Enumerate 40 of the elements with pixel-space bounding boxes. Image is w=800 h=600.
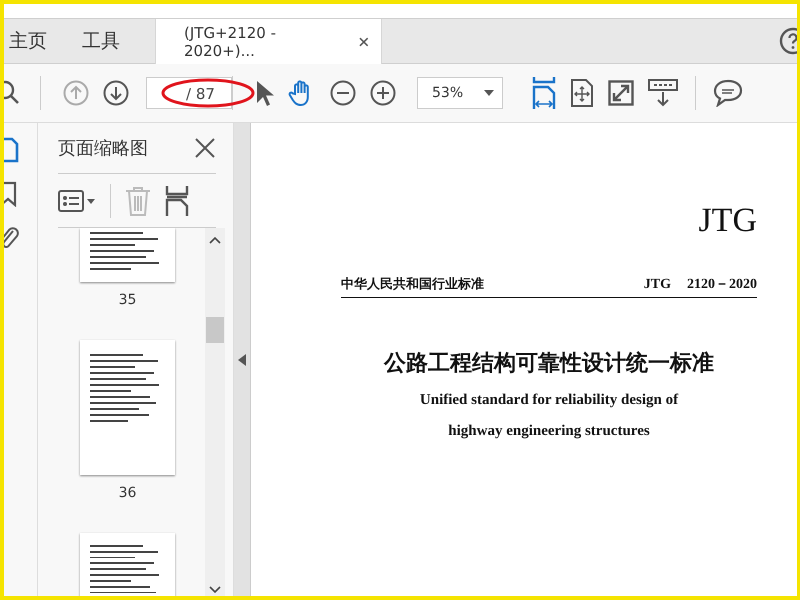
zoom-out-icon[interactable]	[330, 80, 356, 106]
close-icon[interactable]	[194, 137, 216, 159]
fit-width-icon[interactable]	[532, 77, 556, 109]
scroll-up-icon[interactable]	[209, 236, 221, 244]
page-thumbnail[interactable]	[80, 533, 175, 596]
page-move-icon[interactable]	[570, 78, 594, 108]
collapse-handle[interactable]	[233, 123, 250, 596]
panel-title: 页面缩略图	[58, 137, 148, 160]
paperclip-icon[interactable]	[4, 225, 19, 251]
page-thumbnail[interactable]	[80, 340, 175, 475]
expand-icon[interactable]	[608, 80, 634, 106]
scroll-thumb[interactable]	[206, 317, 224, 343]
scrollbar[interactable]	[205, 228, 225, 596]
page-number: 36	[118, 485, 136, 501]
standard-number: 2120－2020	[687, 276, 757, 293]
comment-icon[interactable]	[713, 79, 743, 107]
header-text: 中华人民共和国行业标准	[341, 276, 484, 293]
tab[interactable]: 主页	[4, 19, 67, 63]
zoom-in-icon[interactable]	[370, 80, 396, 106]
page-thumbnail[interactable]	[80, 228, 175, 282]
standard-logo: JTG	[697, 201, 757, 241]
arrow-down-icon[interactable]	[103, 80, 129, 106]
tab[interactable]: (JTG+2120 - 2020+)...	[155, 19, 382, 64]
document-subtitle: Unified standard for reliability design of	[418, 392, 680, 409]
bookmark-icon[interactable]	[4, 181, 19, 207]
keyboard-down-icon[interactable]	[648, 79, 678, 107]
scroll-down-icon[interactable]	[209, 586, 221, 594]
collapse-icon[interactable]	[238, 354, 246, 366]
page-icon[interactable]	[4, 137, 19, 163]
document-subtitle: highway engineering structures	[447, 423, 651, 440]
standard-code: JTG	[644, 277, 671, 293]
zoom-dropdown[interactable]: 53%	[417, 77, 503, 109]
document-title: 公路工程结构可靠性设计统一标准	[382, 350, 715, 378]
cursor-icon[interactable]	[254, 79, 274, 107]
tab[interactable]: 工具	[67, 19, 135, 63]
options-icon[interactable]	[58, 190, 96, 212]
close-icon[interactable]	[359, 36, 369, 46]
caret-icon[interactable]	[484, 90, 494, 96]
extract-page-icon[interactable]	[165, 186, 189, 216]
page-number: 35	[118, 292, 136, 308]
